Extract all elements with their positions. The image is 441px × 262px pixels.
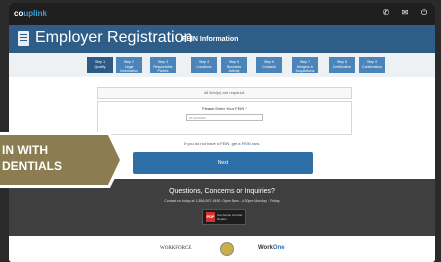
step-4[interactable]: Step 4 Locations <box>191 57 217 73</box>
step-1[interactable]: Step 1 Qualify <box>87 57 113 73</box>
step-8[interactable]: Step 8 Certification <box>329 57 355 73</box>
phone-icon[interactable]: ✆ <box>381 8 391 18</box>
page-subtitle: FEIN Information <box>182 36 239 43</box>
workone-logo: WorkOne <box>258 245 285 251</box>
state-seal-logo <box>220 242 234 256</box>
step-6[interactable]: Step 6 Contacts <box>256 57 282 73</box>
step-7[interactable]: Step 7 Mergers & Acquisitions <box>292 57 318 73</box>
page-header: Employer Registration FEIN Information <box>9 25 435 53</box>
envelope-icon[interactable]: ✉ <box>400 8 410 18</box>
brand-logo[interactable]: couplink <box>14 9 47 18</box>
power-icon[interactable]: ⏻ <box>419 8 429 18</box>
adobe-reader-button[interactable]: PDF Get Adobe Acrobat Reader <box>202 209 246 225</box>
step-progress: Step 1 Qualify Step 2 Legal Information St… <box>9 53 435 77</box>
next-button[interactable]: Next <box>133 152 313 174</box>
fein-panel: Please Enter Your FEIN * xx-xxxxxxx <box>97 101 352 135</box>
partner-logos: WORKFORCE WorkOne <box>9 236 435 262</box>
fein-label: Please Enter Your FEIN * <box>202 106 247 111</box>
fein-input[interactable]: xx-xxxxxxx <box>186 114 263 121</box>
step-2[interactable]: Step 2 Legal Information <box>116 57 142 73</box>
adobe-reader-label: Get Adobe Acrobat Reader <box>217 213 243 221</box>
page-title: Employer Registration <box>35 29 193 46</box>
get-fein-link[interactable]: get a FEIN now. <box>232 141 260 146</box>
step-9[interactable]: Step 9 Confirmation <box>359 57 385 73</box>
step-5[interactable]: Step 5 Business Activity <box>221 57 247 73</box>
pdf-icon: PDF <box>206 212 215 222</box>
footer-contact: Contact us today at 1-866-897-4490. Open… <box>164 199 280 203</box>
top-bar: couplink ✆ ✉ ⏻ <box>9 3 435 25</box>
document-icon <box>18 31 29 46</box>
workforce-logo: WORKFORCE <box>160 246 192 251</box>
step-3[interactable]: Step 3 Responsible Parties <box>150 57 176 73</box>
promo-ribbon-text: IN WITH DENTIALS <box>2 143 62 173</box>
required-note: All field(s) are required. <box>97 87 352 99</box>
